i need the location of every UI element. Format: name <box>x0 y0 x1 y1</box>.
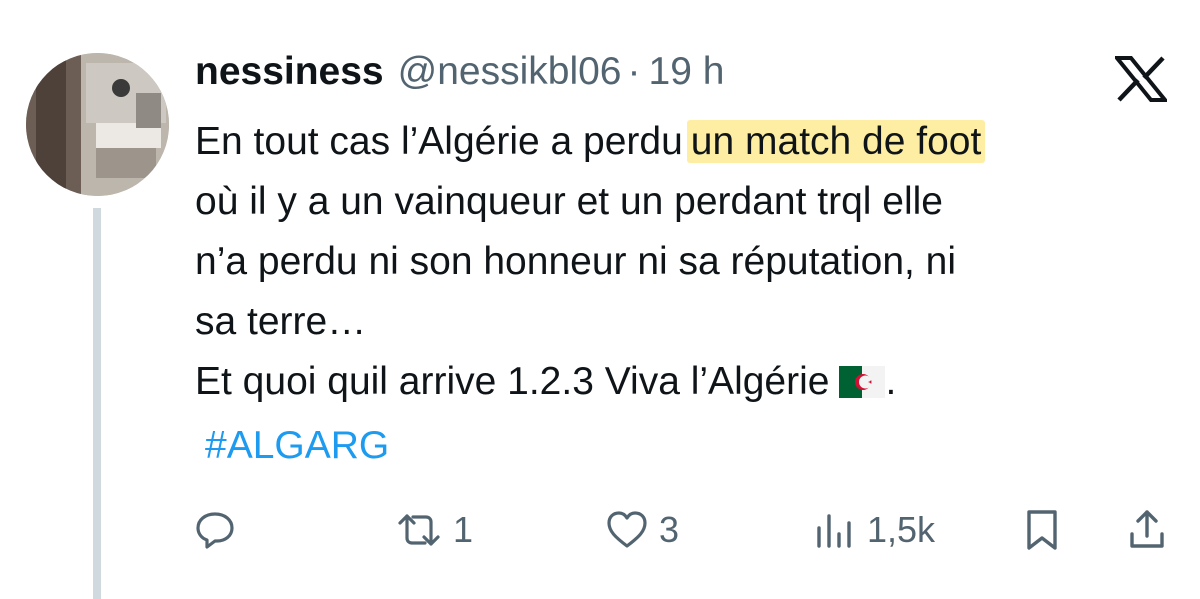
author-name[interactable]: nessiness <box>195 50 384 94</box>
avatar-photo <box>26 53 169 196</box>
thread-line <box>93 208 101 599</box>
like-count: 3 <box>659 509 680 550</box>
highlighted-phrase: un match de foot <box>686 120 986 163</box>
tweet-line-3: n’a perdu ni son honneur ni sa réputatio… <box>195 240 957 283</box>
heart-icon <box>607 511 647 548</box>
action-bar: 1 3 1,5k <box>195 500 1175 560</box>
reply-button[interactable] <box>195 500 245 560</box>
author-handle[interactable]: @nessikbl06 <box>398 50 622 94</box>
share-button[interactable] <box>1127 500 1167 560</box>
repost-icon <box>398 514 440 546</box>
tweet-line-2: où il y a un vainqueur et un perdant trq… <box>195 180 943 223</box>
views-button[interactable]: 1,5k <box>813 500 935 560</box>
separator-dot: · <box>627 50 641 93</box>
tweet-line-1: En tout cas l’Algérie a perdu un match de… <box>195 112 1185 172</box>
tweet-line-6: #ALGARG <box>195 416 1185 476</box>
avatar[interactable] <box>26 53 169 196</box>
repost-count: 1 <box>453 509 474 550</box>
tweet-text: En tout cas l’Algérie a perdu un match de… <box>195 112 1185 476</box>
views-count: 1,5k <box>867 509 936 550</box>
x-logo-icon <box>1112 56 1170 102</box>
repost-button[interactable]: 1 <box>395 500 473 560</box>
algeria-flag-icon <box>839 356 886 416</box>
hashtag-link[interactable]: #ALGARG <box>205 424 389 467</box>
views-icon <box>817 514 851 548</box>
tweet-line-5: Et quoi quil arrive 1.2.3 Viva l’Algérie… <box>195 352 1185 416</box>
reply-icon <box>196 512 234 549</box>
bookmark-icon <box>1027 510 1057 550</box>
tweet-time[interactable]: 19 h <box>649 50 725 94</box>
tweet-header: nessiness @nessikbl06 · 19 h <box>195 50 724 102</box>
bookmark-button[interactable] <box>1022 500 1062 560</box>
like-button[interactable]: 3 <box>605 500 679 560</box>
tweet-line-4: sa terre… <box>195 300 367 343</box>
share-icon <box>1130 510 1164 548</box>
